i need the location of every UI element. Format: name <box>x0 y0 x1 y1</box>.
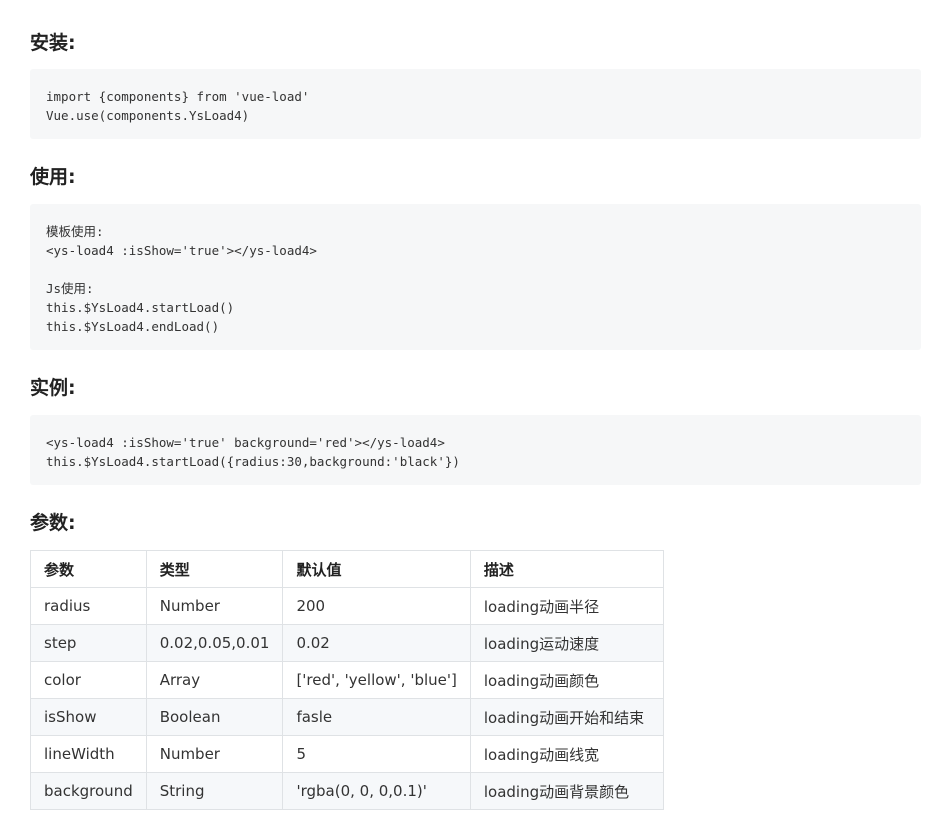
params-table: 参数 类型 默认值 描述 radius Number 200 loading动画… <box>30 550 664 810</box>
code-line: <ys-load4 :isShow='true' background='red… <box>46 435 445 450</box>
cell-param: radius <box>30 587 147 625</box>
table-row: step 0.02,0.05,0.01 0.02 loading运动速度 <box>30 624 664 662</box>
code-line: <ys-load4 :isShow='true'></ys-load4> <box>46 243 317 258</box>
cell-type: Number <box>145 587 284 625</box>
cell-description: loading动画线宽 <box>469 735 664 773</box>
cell-description: loading运动速度 <box>469 624 664 662</box>
cell-param: lineWidth <box>30 735 147 773</box>
code-line: import {components} from 'vue-load' <box>46 89 310 104</box>
table-row: color Array ['red', 'yellow', 'blue'] lo… <box>30 661 664 699</box>
cell-default: 'rgba(0, 0, 0,0.1)' <box>282 772 471 810</box>
cell-description: loading动画开始和结束 <box>469 698 664 736</box>
code-line: Vue.use(components.YsLoad4) <box>46 108 250 123</box>
code-line: this.$YsLoad4.startLoad() <box>46 300 235 315</box>
cell-param: isShow <box>30 698 147 736</box>
cell-param: color <box>30 661 147 699</box>
cell-description: loading动画半径 <box>469 587 664 625</box>
cell-type: String <box>145 772 284 810</box>
cell-type: Number <box>145 735 284 773</box>
install-code-block: import {components} from 'vue-load' Vue.… <box>30 69 921 139</box>
cell-default: ['red', 'yellow', 'blue'] <box>282 661 471 699</box>
cell-default: 0.02 <box>282 624 471 662</box>
usage-code-block: 模板使用: <ys-load4 :isShow='true'></ys-load… <box>30 204 921 350</box>
example-code-block: <ys-load4 :isShow='true' background='red… <box>30 415 921 485</box>
header-description: 描述 <box>469 550 664 588</box>
code-line: 模板使用: <box>46 224 104 239</box>
cell-description: loading动画颜色 <box>469 661 664 699</box>
table-header-row: 参数 类型 默认值 描述 <box>30 550 664 588</box>
table-row: radius Number 200 loading动画半径 <box>30 587 664 625</box>
code-line: this.$YsLoad4.endLoad() <box>46 319 220 334</box>
table-row: lineWidth Number 5 loading动画线宽 <box>30 735 664 773</box>
usage-heading: 使用: <box>30 166 76 188</box>
cell-type: Boolean <box>145 698 284 736</box>
code-line: Js使用: <box>46 281 94 296</box>
table-row: background String 'rgba(0, 0, 0,0.1)' lo… <box>30 772 664 810</box>
install-heading: 安装: <box>30 32 76 54</box>
cell-type: 0.02,0.05,0.01 <box>145 624 284 662</box>
header-type: 类型 <box>145 550 284 588</box>
cell-param: background <box>30 772 147 810</box>
example-heading: 实例: <box>30 377 76 399</box>
cell-type: Array <box>145 661 284 699</box>
cell-default: fasle <box>282 698 471 736</box>
cell-param: step <box>30 624 147 662</box>
cell-default: 5 <box>282 735 471 773</box>
code-line: this.$YsLoad4.startLoad({radius:30,backg… <box>46 454 460 469</box>
header-default: 默认值 <box>282 550 471 588</box>
header-param: 参数 <box>30 550 147 588</box>
cell-default: 200 <box>282 587 471 625</box>
cell-description: loading动画背景颜色 <box>469 772 664 810</box>
params-heading: 参数: <box>30 512 76 534</box>
table-row: isShow Boolean fasle loading动画开始和结束 <box>30 698 664 736</box>
